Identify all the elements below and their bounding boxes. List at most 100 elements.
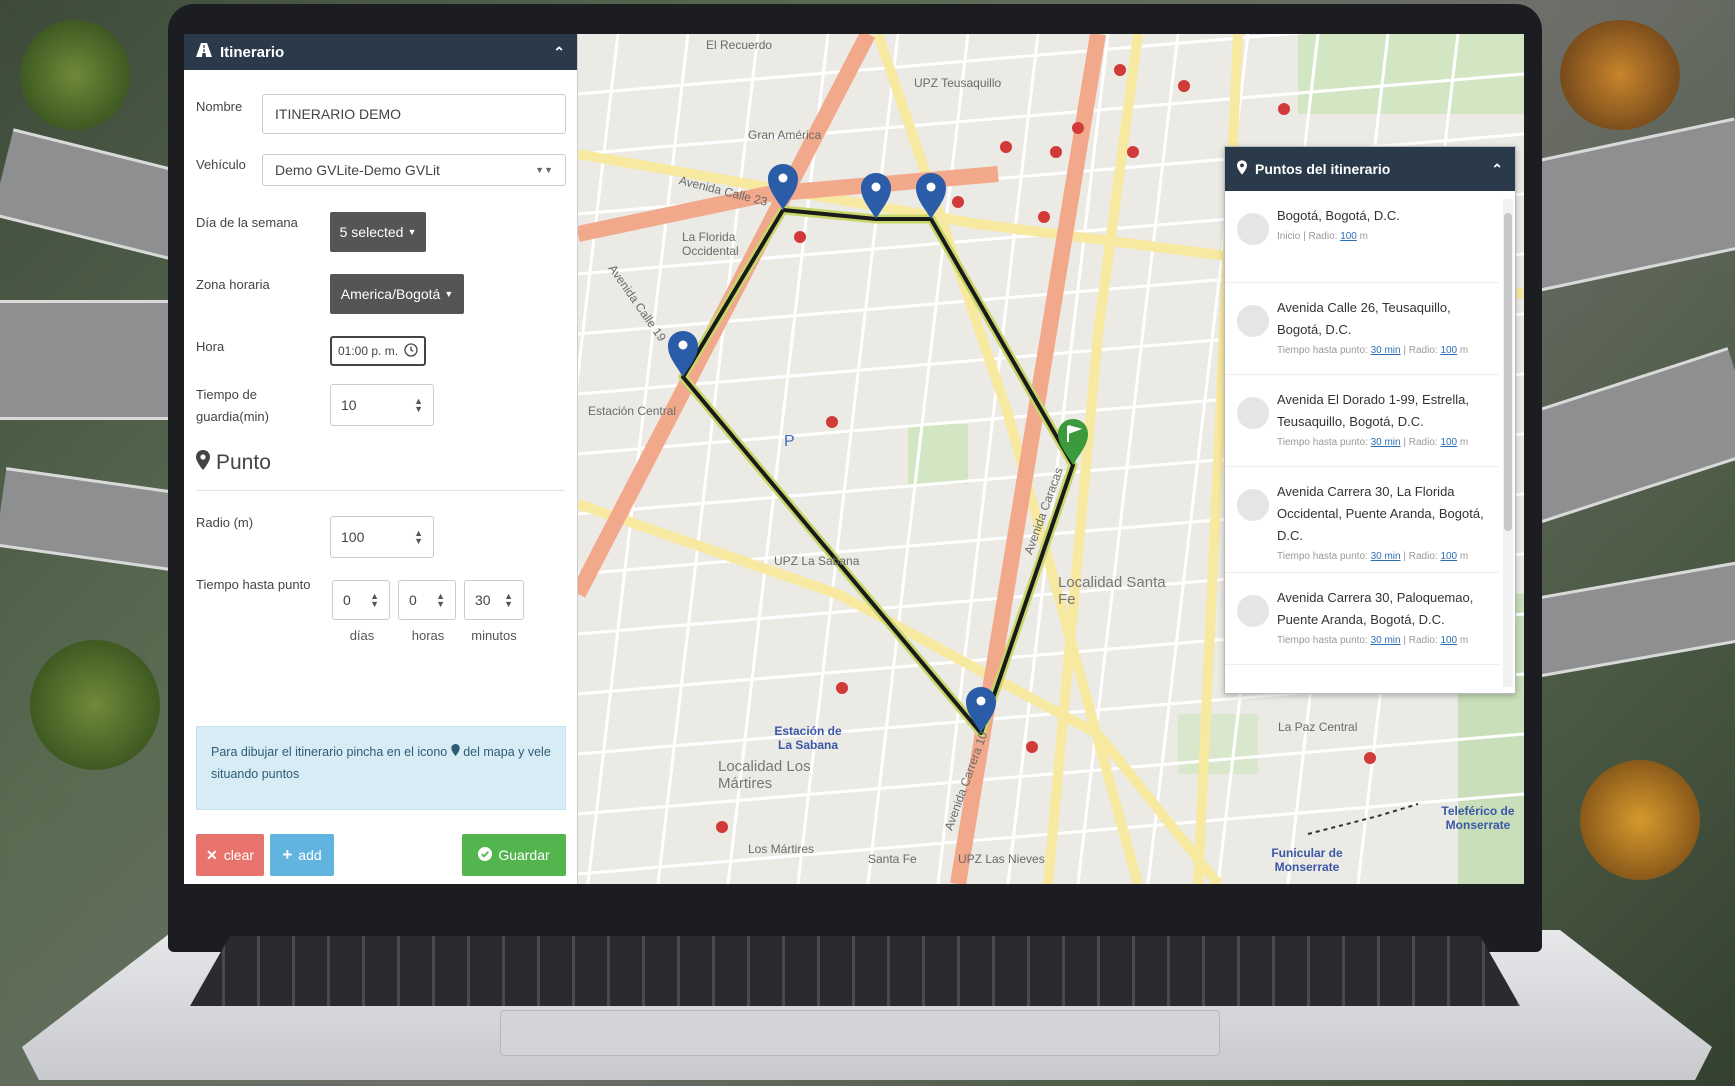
- dia-dropdown-button[interactable]: 5 selected ▼: [330, 212, 426, 252]
- radio-label: Radio (m): [196, 515, 254, 530]
- map-marker-icon: [451, 744, 460, 759]
- point-tiempo-link[interactable]: 30 min: [1371, 635, 1401, 646]
- station-label: Estación de La Sabana: [774, 724, 842, 752]
- nombre-label: Nombre: [196, 99, 243, 114]
- radio-stepper[interactable]: 100 ▲ ▼: [330, 516, 434, 558]
- hora-row: Hora: [196, 336, 224, 358]
- point-radio-link[interactable]: 100: [1340, 231, 1357, 242]
- point-tiempo-link[interactable]: 30 min: [1371, 437, 1401, 448]
- stepper-arrows-icon[interactable]: ▲ ▼: [414, 397, 423, 414]
- map-label: La Paz Central: [1278, 720, 1358, 734]
- parking-icon: P: [784, 433, 795, 450]
- caret-down-icon: ▼: [407, 227, 417, 237]
- punto-section-title: Punto: [196, 450, 271, 476]
- background-road: [1508, 347, 1735, 523]
- list-item[interactable]: Avenida Carrera 30, La Florida Occidenta…: [1225, 467, 1499, 573]
- points-scrollbar[interactable]: [1503, 199, 1513, 687]
- hora-label: Hora: [196, 339, 225, 354]
- itinerary-points-panel: Puntos del itinerario ⌃ Bogotá, Bogotá, …: [1224, 146, 1516, 694]
- map-label: Localidad Los Mártires: [718, 758, 811, 792]
- add-label: add: [298, 847, 322, 863]
- map-park: [1178, 714, 1258, 774]
- nombre-row: Nombre: [196, 96, 242, 118]
- point-avatar: [1237, 489, 1269, 521]
- radio-value: 100: [341, 529, 365, 545]
- point-meta-label: Radio:: [1408, 635, 1438, 646]
- map-label: UPZ Las Nieves: [958, 852, 1045, 866]
- dias-stepper[interactable]: 0 ▲ ▼: [332, 580, 390, 620]
- point-address: Avenida Calle 26, Teusaquillo, Bogotá, D…: [1277, 300, 1451, 337]
- point-address: Avenida El Dorado 1-99, Estrella, Teusaq…: [1277, 392, 1469, 429]
- info-text-1: Para dibujar el itinerario pincha en el …: [211, 745, 448, 759]
- point-avatar: [1237, 213, 1269, 245]
- list-item[interactable]: Avenida El Dorado 1-99, Estrella, Teusaq…: [1225, 375, 1499, 467]
- itinerary-form-panel: Itinerario ⌃ Nombre ITINERARIO DEMO Vehí…: [184, 34, 578, 884]
- itinerary-panel-title: Itinerario: [220, 43, 285, 61]
- point-tiempo-link[interactable]: 30 min: [1371, 551, 1401, 562]
- map-label: Los Mártires: [748, 842, 815, 856]
- list-item[interactable]: Avenida Calle 26, Teusaquillo, Bogotá, D…: [1225, 283, 1499, 375]
- point-avatar: [1237, 595, 1269, 627]
- itinerary-panel-header[interactable]: Itinerario ⌃: [184, 34, 577, 70]
- tiempo-guardia-stepper[interactable]: 10 ▲ ▼: [330, 384, 434, 426]
- nombre-input[interactable]: ITINERARIO DEMO: [262, 94, 566, 134]
- background-road: [0, 467, 195, 573]
- scrollbar-thumb[interactable]: [1504, 213, 1512, 531]
- map-main-roads: [578, 34, 1106, 884]
- zona-dropdown-button[interactable]: America/Bogotá ▼: [330, 274, 464, 314]
- horas-stepper[interactable]: 0 ▲ ▼: [398, 580, 456, 620]
- map-marker-icon: [196, 450, 210, 476]
- radio-row: Radio (m): [196, 512, 253, 534]
- point-meta-label: Tiempo hasta punto:: [1277, 551, 1368, 562]
- stepper-arrows-icon[interactable]: ▲ ▼: [414, 529, 423, 546]
- minutos-value: 30: [475, 592, 491, 608]
- background-road: [1514, 560, 1735, 680]
- tiempo-hasta-label: Tiempo hasta punto: [196, 577, 311, 592]
- stepper-arrows-icon[interactable]: ▲ ▼: [370, 592, 379, 609]
- dia-value: 5 selected: [339, 224, 404, 240]
- point-address: Bogotá, Bogotá, D.C.: [1277, 208, 1400, 223]
- zona-label: Zona horaria: [196, 277, 270, 292]
- point-unit: m: [1459, 345, 1469, 356]
- point-radio-link[interactable]: 100: [1440, 437, 1457, 448]
- plus-icon: +: [282, 845, 293, 864]
- list-item[interactable]: Bogotá, Bogotá, D.C. Inicio | Radio: 100…: [1225, 191, 1499, 283]
- tiempo-guardia-row: Tiempo de guardia(min): [196, 384, 269, 428]
- background-tree: [30, 640, 160, 770]
- guardar-button[interactable]: Guardar: [462, 834, 566, 876]
- info-text-3: situando puntos: [211, 767, 300, 781]
- point-meta: Tiempo hasta punto: 30 min | Radio: 100 …: [1277, 345, 1469, 356]
- tiempo-guardia-label-2: guardia(min): [196, 409, 269, 424]
- points-panel-header[interactable]: Puntos del itinerario ⌃: [1225, 147, 1515, 191]
- point-radio-link[interactable]: 100: [1440, 551, 1457, 562]
- map-label: El Recuerdo: [706, 38, 773, 52]
- laptop-trackpad: [500, 1010, 1220, 1056]
- map-label: La Florida Occidental: [682, 230, 739, 258]
- chevron-up-icon[interactable]: ⌃: [1491, 161, 1503, 178]
- stepper-arrows-icon[interactable]: ▲ ▼: [436, 592, 445, 609]
- map-label: UPZ La Sabana: [774, 554, 860, 568]
- point-meta-label: Radio:: [1408, 345, 1438, 356]
- map-label: Gran América: [748, 128, 822, 142]
- point-tiempo-link[interactable]: 30 min: [1371, 345, 1401, 356]
- clear-button[interactable]: ✕ clear: [196, 834, 264, 876]
- point-radio-link[interactable]: 100: [1440, 345, 1457, 356]
- info-text-2: del mapa y vele: [463, 745, 551, 759]
- minutos-stepper[interactable]: 30 ▲ ▼: [464, 580, 524, 620]
- screen: Itinerario ⌃ Nombre ITINERARIO DEMO Vehí…: [184, 34, 1524, 884]
- chevron-up-icon[interactable]: ⌃: [553, 44, 565, 61]
- points-list[interactable]: Bogotá, Bogotá, D.C. Inicio | Radio: 100…: [1225, 191, 1499, 693]
- hora-input[interactable]: 01:00 p. m.: [330, 336, 426, 366]
- laptop-keyboard: [190, 936, 1520, 1006]
- add-button[interactable]: + add: [270, 834, 334, 876]
- vehiculo-select[interactable]: Demo GVLite-Demo GVLit ▼▼: [262, 154, 566, 186]
- background-tree: [1580, 760, 1700, 880]
- tiempo-hasta-row: Tiempo hasta punto: [196, 574, 310, 596]
- map-label: UPZ Teusaquillo: [914, 76, 1002, 90]
- stepper-arrows-icon[interactable]: ▲ ▼: [504, 592, 513, 609]
- draw-instructions-info: Para dibujar el itinerario pincha en el …: [196, 726, 566, 810]
- zona-row: Zona horaria: [196, 274, 270, 296]
- list-item[interactable]: Avenida Carrera 30, Paloquemao, Puente A…: [1225, 573, 1499, 665]
- point-meta-label: Radio:: [1408, 437, 1438, 448]
- point-radio-link[interactable]: 100: [1440, 635, 1457, 646]
